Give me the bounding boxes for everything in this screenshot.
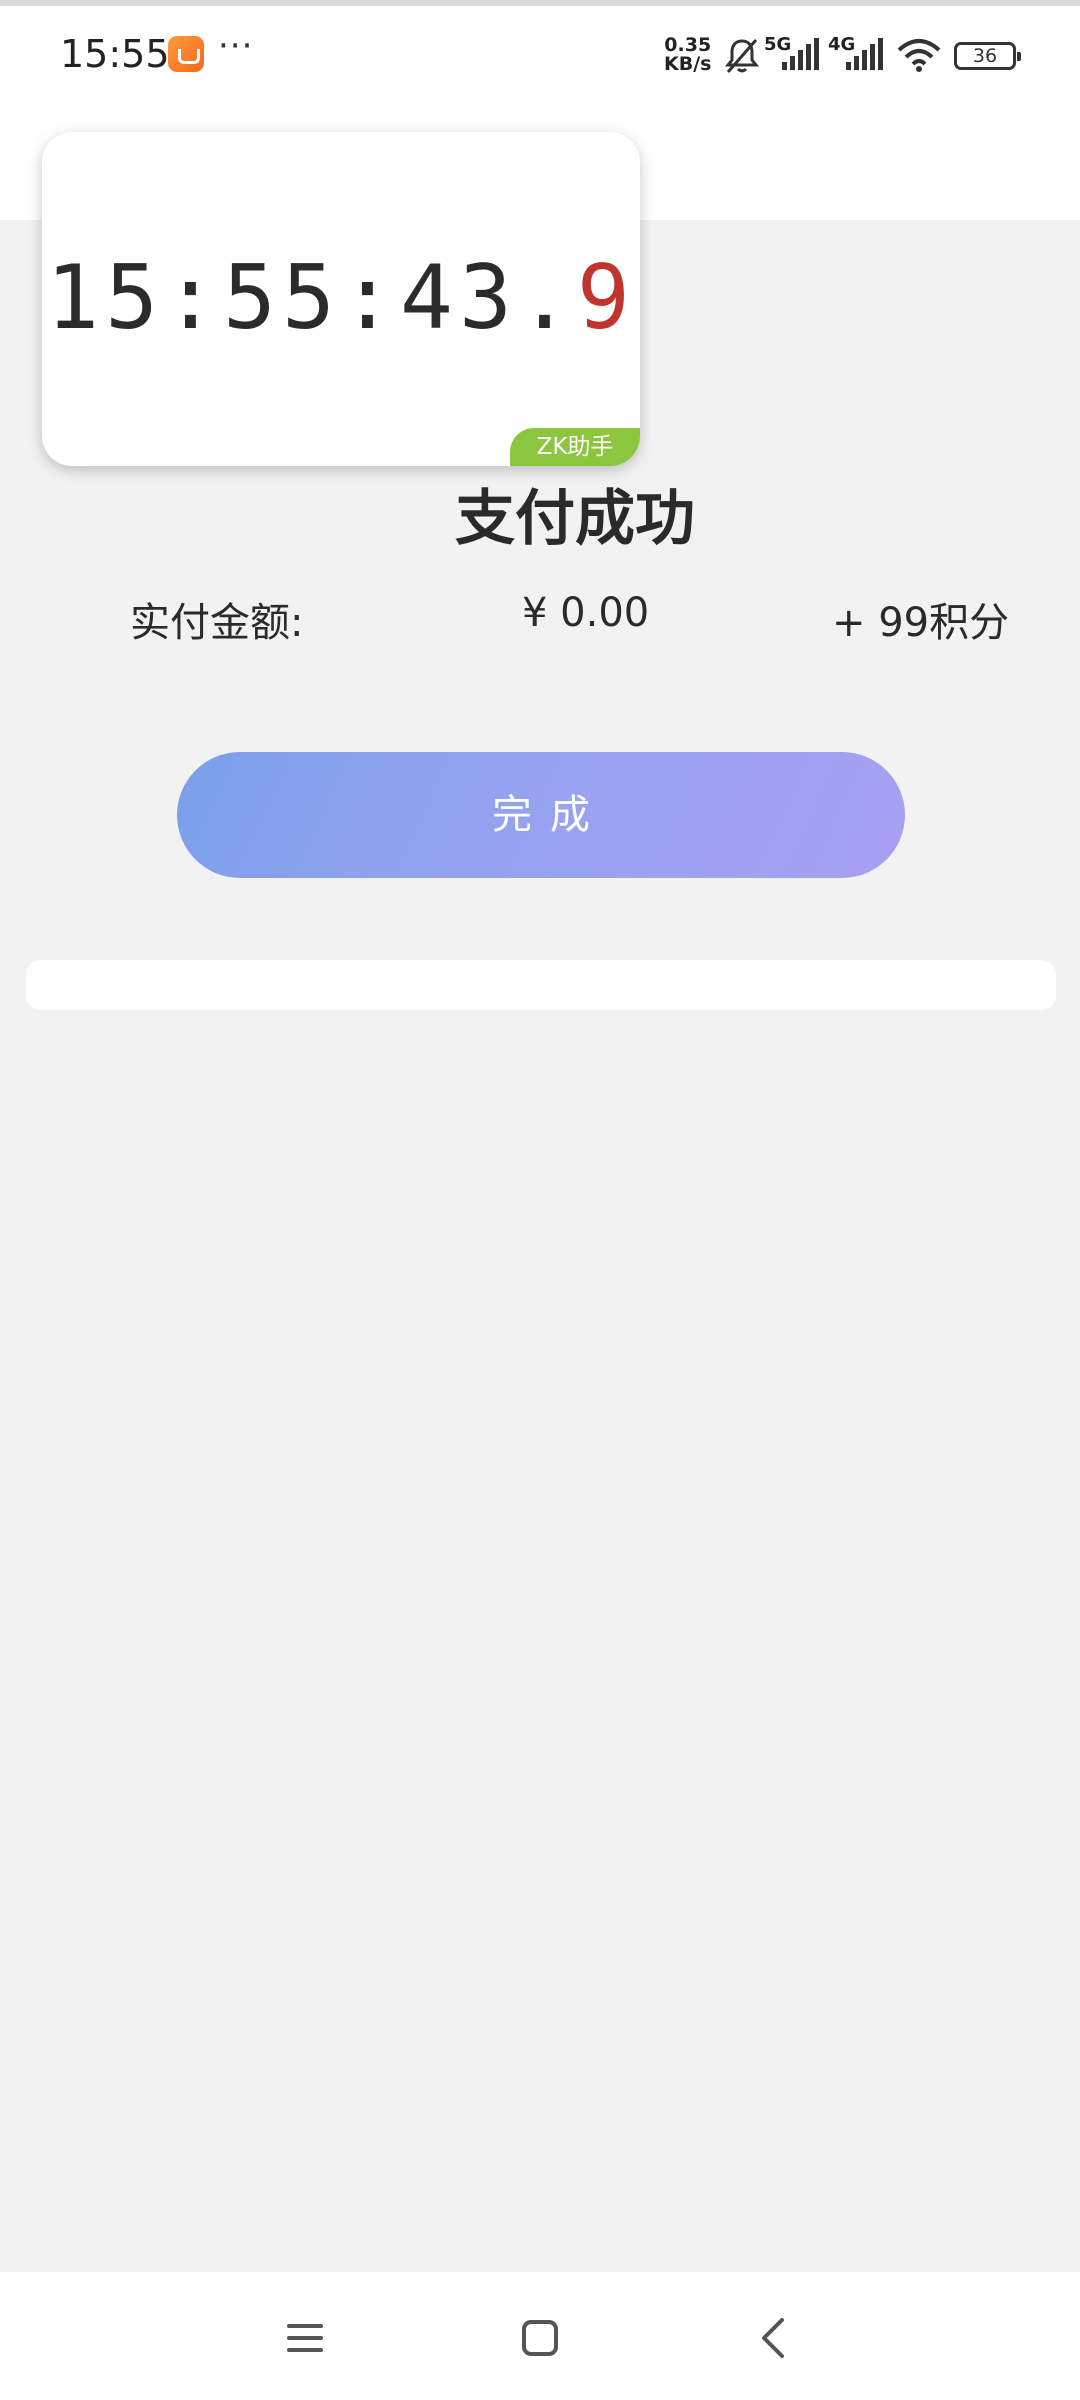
battery-icon: 36	[954, 42, 1021, 70]
wifi-icon	[897, 39, 941, 72]
shopping-app-icon	[168, 36, 204, 72]
clock-time: 15:55:43.9	[42, 246, 640, 349]
clock-time-fraction: 9	[576, 246, 636, 349]
zk-assistant-badge: ZK助手	[510, 428, 640, 466]
back-icon[interactable]	[750, 2314, 798, 2362]
home-icon[interactable]	[516, 2314, 564, 2362]
amount-label: 实付金额:	[130, 600, 304, 646]
clock-widget[interactable]: 15:55:43.9 ZK助手	[42, 132, 640, 466]
menu-icon[interactable]	[281, 2314, 329, 2362]
system-nav-bar	[0, 2272, 1080, 2400]
mute-icon	[724, 39, 760, 73]
content-panel	[26, 960, 1056, 1010]
page-title: 支付成功	[455, 484, 695, 554]
done-button[interactable]: 完成	[177, 752, 905, 878]
network-speed-unit: KB/s	[664, 53, 712, 75]
battery-level: 36	[972, 45, 998, 67]
amount-value: ¥ 0.00	[522, 590, 650, 636]
points-earned: + 99积分	[832, 600, 1010, 646]
more-notifications-icon: ···	[218, 26, 254, 66]
network-speed: 0.35 KB/s	[664, 36, 711, 74]
status-bar: 15:55 ··· 0.35 KB/s 5G 4G 36	[0, 0, 1080, 100]
clock-time-main: 15:55:43.	[46, 246, 577, 349]
status-time: 15:55	[60, 32, 170, 76]
